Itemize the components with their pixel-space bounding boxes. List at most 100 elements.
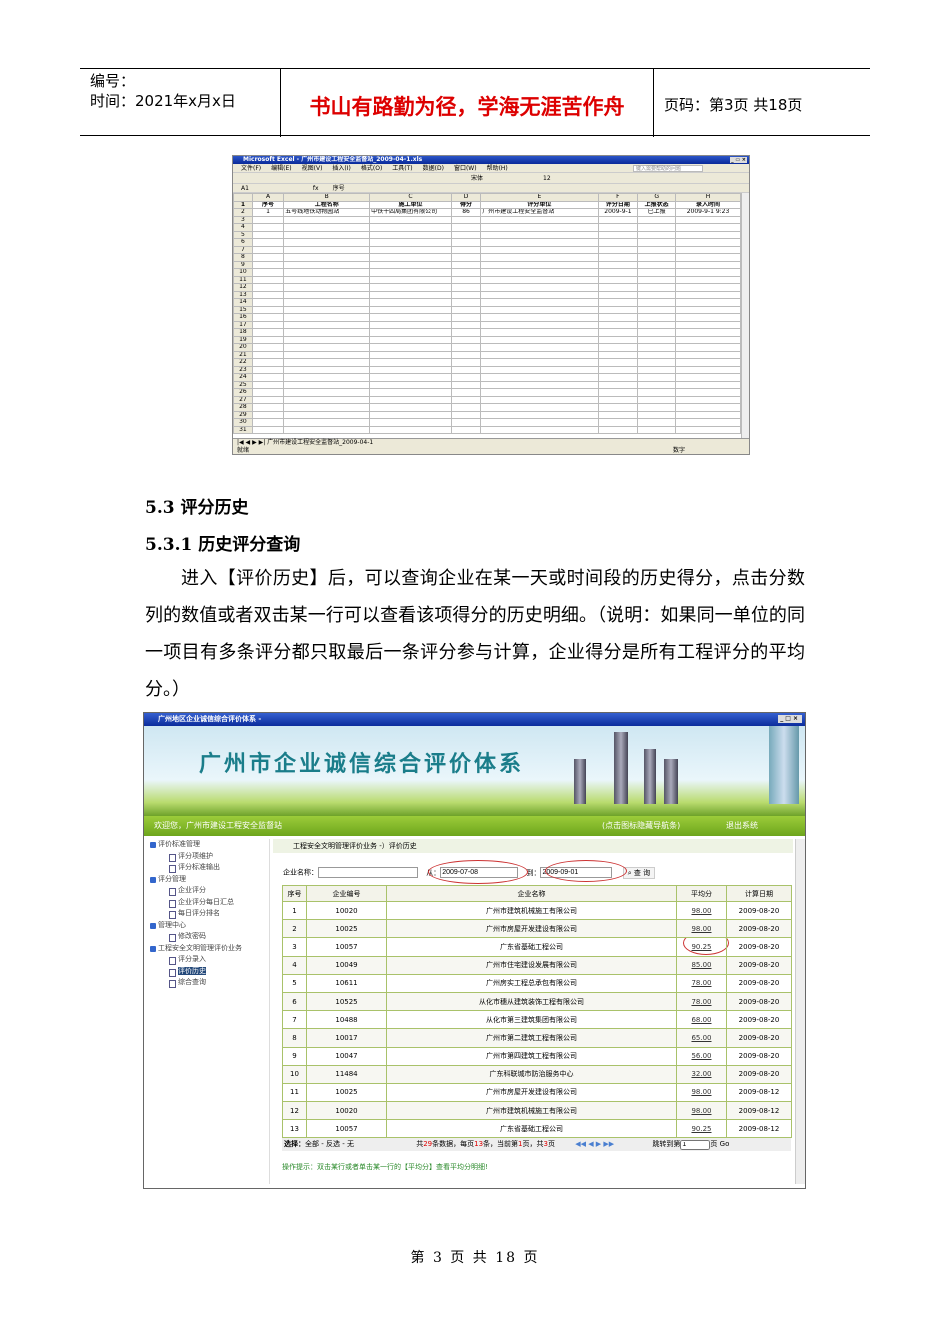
vertical-scrollbar[interactable] (741, 193, 749, 438)
cell[interactable] (251, 395, 285, 404)
sidebar-group[interactable]: 管理中心 (148, 920, 269, 932)
cell[interactable] (283, 358, 371, 367)
column-letter[interactable]: G (637, 193, 676, 202)
average-score-link[interactable]: 56.00 (691, 1052, 711, 1060)
table-row[interactable]: 6 10525 从化市穗从建筑装饰工程有限公司 78.00 2009-08-20 (282, 991, 792, 1012)
cell[interactable] (251, 313, 285, 322)
cell[interactable] (369, 373, 452, 382)
average-score-link[interactable]: 98.00 (691, 1088, 711, 1096)
cell[interactable] (597, 305, 639, 314)
cell[interactable] (637, 275, 676, 284)
cell[interactable] (283, 230, 371, 239)
cell[interactable] (597, 275, 639, 284)
cell[interactable] (675, 215, 741, 224)
average-score-link[interactable]: 78.00 (691, 979, 711, 987)
cell[interactable] (597, 350, 639, 359)
cell[interactable] (283, 215, 371, 224)
cell[interactable] (637, 298, 676, 307)
cell[interactable] (597, 358, 639, 367)
cell[interactable] (597, 343, 639, 352)
cell[interactable] (450, 320, 482, 329)
cell[interactable] (450, 358, 482, 367)
cell[interactable] (251, 335, 285, 344)
cell[interactable] (251, 268, 285, 277)
cell[interactable] (480, 403, 599, 412)
average-score-link[interactable]: 65.00 (691, 1034, 711, 1042)
cell[interactable] (637, 335, 676, 344)
cell[interactable] (450, 373, 482, 382)
cell[interactable] (597, 260, 639, 269)
cell[interactable] (675, 245, 741, 254)
menu-item[interactable]: 工具(T) (392, 165, 412, 172)
cell[interactable]: 广州市建设工程安全监督站 (480, 208, 599, 217)
cell[interactable] (675, 260, 741, 269)
cell[interactable] (450, 275, 482, 284)
cell[interactable] (597, 388, 639, 397)
cell[interactable] (369, 328, 452, 337)
cell[interactable] (283, 403, 371, 412)
row-number[interactable]: 14 (233, 298, 253, 307)
cell[interactable] (597, 335, 639, 344)
column-header[interactable]: 企业名称 (386, 885, 677, 902)
cell[interactable] (450, 403, 482, 412)
cell[interactable] (369, 238, 452, 247)
cell[interactable] (675, 253, 741, 262)
average-score-link[interactable]: 32.00 (691, 1070, 711, 1078)
cell[interactable] (675, 403, 741, 412)
cell[interactable] (369, 253, 452, 262)
cell[interactable] (283, 425, 371, 434)
row-number[interactable]: 3 (233, 215, 253, 224)
column-header[interactable]: 企业编号 (306, 885, 387, 902)
cell[interactable] (637, 418, 676, 427)
cell[interactable] (251, 260, 285, 269)
cell[interactable] (251, 328, 285, 337)
cell[interactable] (251, 343, 285, 352)
row-number[interactable]: 9 (233, 260, 253, 269)
sidebar-item[interactable]: 评分标准输出 (148, 862, 269, 874)
cell[interactable] (480, 298, 599, 307)
average-score-link[interactable]: 90.25 (691, 943, 711, 951)
row-number[interactable]: 16 (233, 313, 253, 322)
row-number[interactable]: 11 (233, 275, 253, 284)
cell[interactable] (450, 283, 482, 292)
table-row[interactable]: 9 10047 广州市第四建筑工程有限公司 56.00 2009-08-20 (282, 1046, 792, 1066)
cell[interactable] (369, 343, 452, 352)
row-number[interactable]: 21 (233, 350, 253, 359)
cell[interactable] (251, 380, 285, 389)
row-number[interactable]: 2 (233, 208, 253, 217)
menu-item[interactable]: 数据(D) (423, 165, 444, 172)
average-score-link[interactable]: 90.25 (691, 1125, 711, 1133)
cell[interactable] (675, 223, 741, 232)
average-score-link[interactable]: 68.00 (691, 1016, 711, 1024)
cell[interactable] (675, 395, 741, 404)
cell[interactable] (450, 298, 482, 307)
cell[interactable] (637, 230, 676, 239)
cell[interactable]: 评分单位 (480, 200, 599, 209)
cell[interactable] (251, 223, 285, 232)
sheet-tab[interactable]: 广州市建设工程安全监督站_2009-04-1 (267, 439, 373, 446)
cell[interactable] (450, 253, 482, 262)
cell[interactable] (283, 388, 371, 397)
window-buttons[interactable]: _□× (778, 715, 802, 723)
cell[interactable] (450, 260, 482, 269)
row-number[interactable]: 20 (233, 343, 253, 352)
cell[interactable] (637, 395, 676, 404)
cell[interactable] (675, 320, 741, 329)
cell[interactable] (480, 290, 599, 299)
cell[interactable] (597, 403, 639, 412)
row-number[interactable]: 27 (233, 395, 253, 404)
cell[interactable]: 1 (251, 208, 285, 217)
row-number[interactable]: 1 (233, 200, 253, 209)
select-options[interactable]: 全部 - 反选 - 无 (305, 1140, 354, 1148)
cell[interactable] (597, 328, 639, 337)
cell[interactable] (480, 365, 599, 374)
row-number[interactable]: 13 (233, 290, 253, 299)
cell[interactable] (597, 425, 639, 434)
table-row[interactable]: 4 10049 广州市住宅建设发展有限公司 85.00 2009-08-20 (282, 955, 792, 975)
cell[interactable] (637, 343, 676, 352)
cell[interactable] (283, 365, 371, 374)
table-row[interactable]: 11 10025 广州市房屋开发建设有限公司 98.00 2009-08-12 (282, 1082, 792, 1103)
cell[interactable] (283, 395, 371, 404)
cell[interactable] (597, 380, 639, 389)
cell[interactable] (283, 283, 371, 292)
